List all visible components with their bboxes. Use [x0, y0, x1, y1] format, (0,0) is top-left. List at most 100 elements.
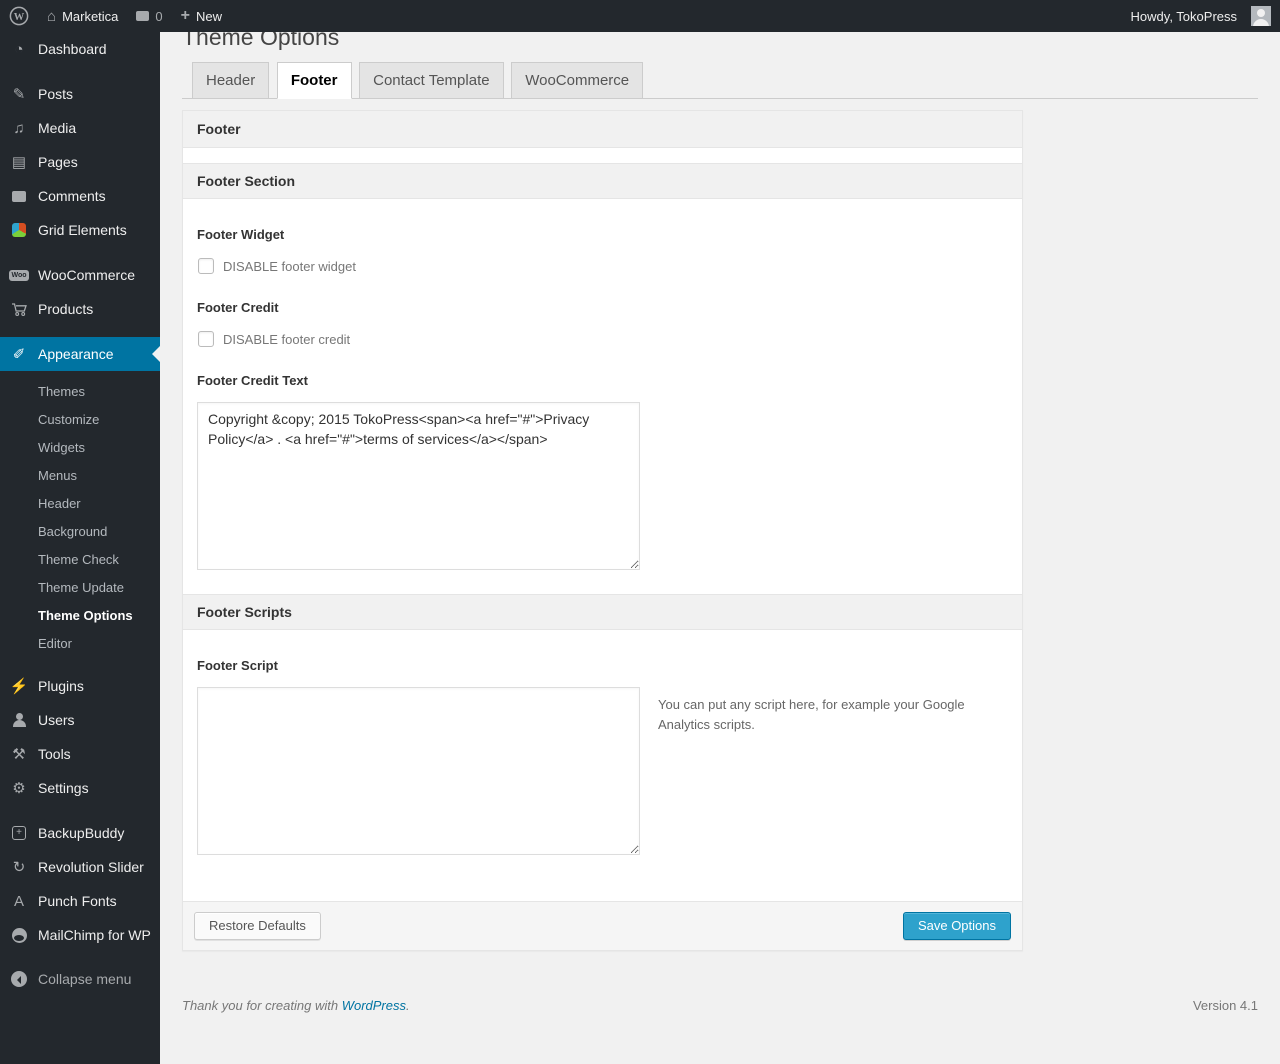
sidebar-item-pages[interactable]: ▤ Pages	[0, 145, 160, 179]
sidebar-item-grid-elements[interactable]: Grid Elements	[0, 213, 160, 247]
sidebar-item-label: Revolution Slider	[38, 859, 144, 875]
footer-script-help-text: You can put any script here, for example…	[658, 697, 965, 733]
home-icon: ⌂	[47, 7, 57, 25]
my-account-menu[interactable]: Howdy, TokoPress	[1122, 0, 1280, 32]
submenu-item-theme-update[interactable]: Theme Update	[0, 573, 160, 601]
backupbuddy-icon: +	[8, 823, 30, 843]
sidebar-item-label: Appearance	[38, 346, 114, 362]
new-content-menu[interactable]: + New	[172, 0, 231, 32]
footer-widget-checkbox-row: DISABLE footer widget	[197, 258, 1008, 274]
appearance-submenu: Themes Customize Widgets Menus Header Ba…	[0, 371, 160, 669]
grid-elements-icon	[8, 220, 30, 240]
sidebar-item-label: Collapse menu	[38, 971, 132, 987]
comment-bubble-icon	[136, 11, 150, 21]
disable-footer-widget-label: DISABLE footer widget	[223, 258, 356, 274]
sidebar-item-media[interactable]: ♫ Media	[0, 111, 160, 145]
footer-credit-label: Footer Credit	[197, 300, 279, 315]
sidebar-item-woocommerce[interactable]: Woo WooCommerce	[0, 258, 160, 292]
sidebar-item-punch-fonts[interactable]: A Punch Fonts	[0, 884, 160, 918]
sidebar-item-comments[interactable]: Comments	[0, 179, 160, 213]
sidebar-item-label: BackupBuddy	[38, 825, 125, 841]
panel-action-bar: Restore Defaults Save Options	[183, 901, 1022, 951]
tab-footer[interactable]: Footer	[276, 62, 352, 99]
disable-footer-credit-checkbox[interactable]	[198, 331, 214, 347]
wordpress-link[interactable]: WordPress	[342, 998, 406, 1013]
paintbrush-icon: ✐	[12, 345, 26, 363]
comments-adminbar-link[interactable]: 0	[127, 0, 171, 32]
restore-defaults-button[interactable]: Restore Defaults	[194, 912, 321, 941]
thanks-suffix: .	[406, 998, 410, 1014]
site-name-link[interactable]: ⌂ Marketica	[38, 0, 127, 32]
media-icon: ♫	[13, 119, 25, 137]
submenu-item-editor[interactable]: Editor	[0, 629, 160, 657]
comments-count: 0	[155, 8, 163, 24]
sidebar-item-revolution-slider[interactable]: ↻ Revolution Slider	[0, 850, 160, 884]
sidebar-item-appearance[interactable]: ✐ Appearance	[0, 337, 160, 371]
panel-header: Footer	[183, 111, 1022, 148]
footer-credit-text-label: Footer Credit Text	[197, 373, 308, 388]
sidebar-item-label: Comments	[38, 188, 106, 204]
collapse-menu-button[interactable]: Collapse menu	[0, 962, 160, 996]
sidebar-item-label: WooCommerce	[38, 267, 135, 283]
sidebar-item-label: Products	[38, 301, 94, 317]
save-options-button[interactable]: Save Options	[902, 912, 1011, 941]
sidebar-item-label: Settings	[38, 780, 89, 796]
submenu-item-header[interactable]: Header	[0, 489, 160, 517]
users-icon	[8, 710, 30, 730]
submenu-item-theme-options[interactable]: Theme Options	[0, 601, 160, 629]
site-name: Marketica	[62, 8, 119, 24]
panel-gap	[183, 148, 1022, 163]
wordpress-logo-icon: W	[9, 6, 29, 26]
svg-text:W: W	[14, 12, 25, 23]
settings-sliders-icon: ⚙	[12, 779, 26, 797]
submenu-item-widgets[interactable]: Widgets	[0, 433, 160, 461]
footer-thanks: Thank you for creating with WordPress.	[182, 998, 410, 1013]
admin-sidebar: ◔ Dashboard ✎ Posts ♫ Media ▤ Pages Comm…	[0, 32, 160, 1064]
tab-contact-template[interactable]: Contact Template	[359, 62, 504, 99]
sidebar-item-tools[interactable]: ⚒ Tools	[0, 737, 160, 771]
sidebar-item-label: Plugins	[38, 678, 84, 694]
wrench-icon: ⚒	[12, 745, 26, 763]
tab-header[interactable]: Header	[192, 62, 270, 99]
disable-footer-credit-label: DISABLE footer credit	[223, 331, 351, 347]
submenu-item-themes[interactable]: Themes	[0, 377, 160, 405]
submenu-item-menus[interactable]: Menus	[0, 461, 160, 489]
thanks-prefix: Thank you for creating with	[182, 998, 342, 1014]
footer-script-label: Footer Script	[197, 658, 278, 673]
footer-scripts-fields: Footer Script You can put any script her…	[183, 630, 1022, 901]
avatar	[1251, 6, 1271, 26]
submenu-item-customize[interactable]: Customize	[0, 405, 160, 433]
sidebar-item-label: Dashboard	[38, 41, 107, 57]
sidebar-item-label: Grid Elements	[38, 222, 127, 238]
sidebar-item-label: Media	[38, 120, 77, 136]
mailchimp-monkey-icon	[8, 925, 30, 945]
howdy-text: Howdy, TokoPress	[1130, 8, 1237, 24]
footer-script-textarea[interactable]	[197, 687, 640, 855]
disable-footer-widget-checkbox[interactable]	[198, 258, 214, 274]
sidebar-item-products[interactable]: Products	[0, 292, 160, 326]
sidebar-item-settings[interactable]: ⚙ Settings	[0, 771, 160, 805]
main-content: Theme Options Header Footer Contact Temp…	[160, 0, 1280, 1013]
submenu-item-theme-check[interactable]: Theme Check	[0, 545, 160, 573]
dashboard-icon: ◔	[14, 40, 24, 58]
sidebar-item-mailchimp[interactable]: MailChimp for WP	[0, 918, 160, 952]
tab-bar: Header Footer Contact Template WooCommer…	[182, 62, 1258, 99]
footer-credit-checkbox-row: DISABLE footer credit	[197, 331, 1008, 347]
version-text: Version 4.1	[1192, 998, 1258, 1014]
sidebar-item-label: Punch Fonts	[38, 893, 117, 909]
collapse-arrow-icon	[8, 969, 30, 989]
sidebar-item-label: Users	[38, 712, 75, 728]
sidebar-item-dashboard[interactable]: ◔ Dashboard	[0, 32, 160, 66]
sidebar-item-backupbuddy[interactable]: + BackupBuddy	[0, 816, 160, 850]
submenu-item-background[interactable]: Background	[0, 517, 160, 545]
refresh-arrows-icon: ↻	[12, 858, 26, 876]
sidebar-item-posts[interactable]: ✎ Posts	[0, 77, 160, 111]
admin-bar: W ⌂ Marketica 0 + New Howdy, TokoPress	[0, 0, 1280, 32]
sidebar-item-plugins[interactable]: ⚡ Plugins	[0, 669, 160, 703]
wordpress-logo-menu[interactable]: W	[0, 0, 38, 32]
sidebar-item-users[interactable]: Users	[0, 703, 160, 737]
footer-credit-text-textarea[interactable]: Copyright &copy; 2015 TokoPress<span><a …	[197, 402, 640, 570]
letter-a-icon: A	[13, 892, 24, 910]
tab-woocommerce[interactable]: WooCommerce	[511, 62, 644, 99]
pages-icon: ▤	[11, 153, 27, 171]
